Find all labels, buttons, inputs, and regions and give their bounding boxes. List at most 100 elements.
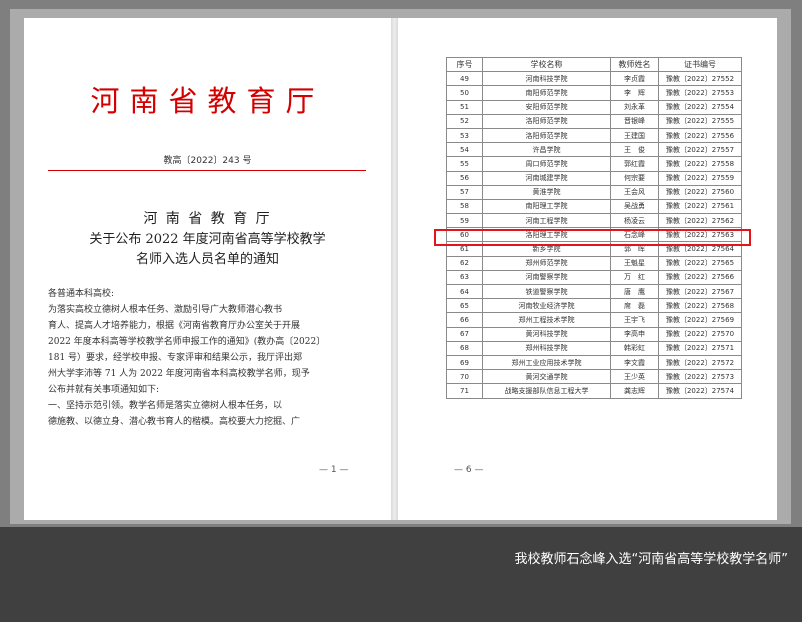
cell-certificate: 豫教〔2022〕27568 [658, 298, 742, 314]
cell-certificate: 豫教〔2022〕27570 [658, 326, 742, 342]
cell-teacher: 王建国 [610, 127, 659, 144]
cell-school: 郑州科技学院 [482, 340, 611, 356]
cell-serial: 64 [446, 283, 483, 300]
cell-certificate: 豫教〔2022〕27554 [658, 99, 742, 115]
cell-serial: 67 [446, 326, 483, 342]
cell-school: 郑州师范学院 [482, 255, 611, 271]
cell-school: 郑州工程技术学院 [482, 312, 611, 328]
cell-school: 南阳理工学院 [482, 198, 611, 215]
header-teacher: 教师姓名 [610, 56, 659, 73]
cell-school: 安阳师范学院 [482, 99, 611, 115]
table-row: 70 黄河交通学院 王少英 豫教〔2022〕27573 [446, 369, 742, 385]
table-row: 68 郑州科技学院 韩彩虹 豫教〔2022〕27571 [446, 340, 742, 356]
body-line: 德施教、以德立身、潜心教书育人的楷模。高校要大力挖掘、广 [48, 417, 301, 427]
document-title: 河南省教育厅 [90, 84, 325, 118]
cell-school: 河南城建学院 [482, 170, 611, 186]
cell-certificate: 豫教〔2022〕27558 [658, 156, 742, 172]
table-row: 56 河南城建学院 何宗要 豫教〔2022〕27559 [446, 170, 742, 186]
table-row: 57 黄淮学院 王会风 豫教〔2022〕27560 [446, 184, 742, 200]
cell-serial: 66 [446, 312, 483, 328]
cell-serial: 52 [446, 113, 483, 129]
cell-teacher: 李高申 [610, 326, 659, 342]
cell-serial: 53 [446, 127, 483, 144]
cell-certificate: 豫教〔2022〕27557 [658, 142, 742, 158]
table-row: 64 铁道警察学院唐 鹰豫教〔2022〕27567 [446, 283, 742, 300]
cell-serial: 57 [446, 184, 483, 200]
body-line: 2022 年度本科高等学校教学名师申报工作的通知》(教办高〔2022〕 [48, 337, 326, 347]
cell-teacher: 李 辉 [610, 85, 659, 101]
cell-school: 洛阳师范学院 [482, 113, 611, 129]
cell-teacher: 王宇飞 [610, 312, 659, 328]
cell-certificate: 豫教〔2022〕27567 [658, 283, 742, 300]
cell-certificate: 豫教〔2022〕27560 [658, 184, 742, 200]
page-number: — 6 — [454, 465, 484, 475]
table-row: 69 郑州工业应用技术学院 李文霞 豫教〔2022〕27572 [446, 354, 742, 371]
notice-heading-line-3: 名师入选人员名单的通知 [135, 252, 279, 267]
notice-heading-line-1: 河 南 省 教 育 厅 [143, 211, 272, 227]
cell-certificate: 豫教〔2022〕27571 [658, 340, 742, 356]
cell-certificate: 豫教〔2022〕27562 [658, 213, 742, 229]
cell-teacher: 吴战勇 [610, 198, 659, 215]
table-row: 66 郑州工程技术学院 王宇飞 豫教〔2022〕27569 [446, 312, 742, 328]
cell-serial: 58 [446, 198, 483, 215]
cell-serial: 50 [446, 85, 483, 101]
cell-certificate: 豫教〔2022〕27572 [658, 354, 742, 371]
cell-certificate: 豫教〔2022〕27556 [658, 127, 742, 144]
body-line: 各普通本科高校: [48, 289, 115, 299]
cell-certificate: 豫教〔2022〕27553 [658, 85, 742, 101]
cell-serial: 71 [446, 383, 483, 399]
cell-school: 战略支援部队信息工程大学 [482, 383, 611, 399]
cell-teacher: 万 红 [610, 269, 659, 286]
cell-certificate: 豫教〔2022〕27565 [658, 255, 742, 271]
cell-certificate: 豫教〔2022〕27552 [658, 71, 742, 87]
cell-serial: 56 [446, 170, 483, 186]
cell-school: 河南牧业经济学院 [482, 298, 611, 314]
table-row: 55 周口师范学院 郭红霞 豫教〔2022〕27558 [446, 156, 742, 172]
cell-serial: 62 [446, 255, 483, 271]
cell-serial: 63 [446, 269, 483, 286]
banner-caption: 我校教师石念峰入选“河南省高等学校教学名师” [514, 552, 788, 567]
cell-teacher: 王会风 [610, 184, 659, 200]
cell-serial: 70 [446, 369, 483, 385]
cell-school: 黄河科技学院 [482, 326, 611, 342]
header-school: 学校名称 [482, 56, 611, 73]
cell-school: 河南工程学院 [482, 213, 611, 229]
body-line: 公布并就有关事项通知如下: [48, 385, 160, 395]
cell-school: 周口师范学院 [482, 156, 611, 172]
cell-certificate: 豫教〔2022〕27559 [658, 170, 742, 186]
document-number: 教高〔2022〕243 号 [163, 156, 252, 166]
cell-teacher: 王少英 [610, 369, 659, 385]
table-header-row: 序号 学校名称 教师姓名 证书编号 [446, 56, 742, 73]
cell-serial: 59 [446, 213, 483, 229]
cell-serial: 68 [446, 340, 483, 356]
cell-teacher: 席 磊 [610, 298, 659, 314]
cell-school: 铁道警察学院 [482, 283, 611, 300]
cell-school: 洛阳师范学院 [482, 127, 611, 144]
table-row: 54 许昌学院王 俊豫教〔2022〕27557 [446, 142, 742, 158]
cell-teacher: 何宗要 [610, 170, 659, 186]
red-divider [48, 170, 366, 171]
table-row: 58 南阳理工学院 吴战勇 豫教〔2022〕27561 [446, 198, 742, 215]
table-row: 67 黄河科技学院 李高申 豫教〔2022〕27570 [446, 326, 742, 342]
table-row: 52 洛阳师范学院 晋银峰 豫教〔2022〕27555 [446, 113, 742, 129]
cell-teacher: 杨凌云 [610, 213, 659, 229]
body-line: 181 号）要求，经学校申报、专家评审和结果公示，我厅评出郑 [48, 353, 303, 363]
table-row: 63 河南警察学院万 红豫教〔2022〕27566 [446, 269, 742, 286]
notice-body: 各普通本科高校: 为落实高校立德树人根本任务、激励引导广大教师潜心教书 育人、提… [48, 286, 366, 430]
cell-school: 黄淮学院 [482, 184, 611, 200]
header-serial: 序号 [446, 56, 483, 73]
page-number: — 1 — [319, 465, 349, 475]
cell-teacher: 王魁星 [610, 255, 659, 271]
cell-teacher: 王 俊 [610, 142, 659, 158]
page-gutter [391, 18, 398, 520]
table-row: 59 河南工程学院 杨凌云 豫教〔2022〕27562 [446, 213, 742, 229]
body-line: 州大学李沛等 71 人为 2022 年度河南省本科高校教学名师，现予 [48, 369, 310, 379]
cell-serial: 54 [446, 142, 483, 158]
cell-serial: 69 [446, 354, 483, 371]
cell-serial: 55 [446, 156, 483, 172]
cell-teacher: 晋银峰 [610, 113, 659, 129]
cell-certificate: 豫教〔2022〕27561 [658, 198, 742, 215]
notice-heading-line-2: 关于公布 2022 年度河南省高等学校教学 [89, 232, 326, 247]
cell-school: 南阳师范学院 [482, 85, 611, 101]
table-row: 53 洛阳师范学院 王建国 豫教〔2022〕27556 [446, 127, 742, 144]
